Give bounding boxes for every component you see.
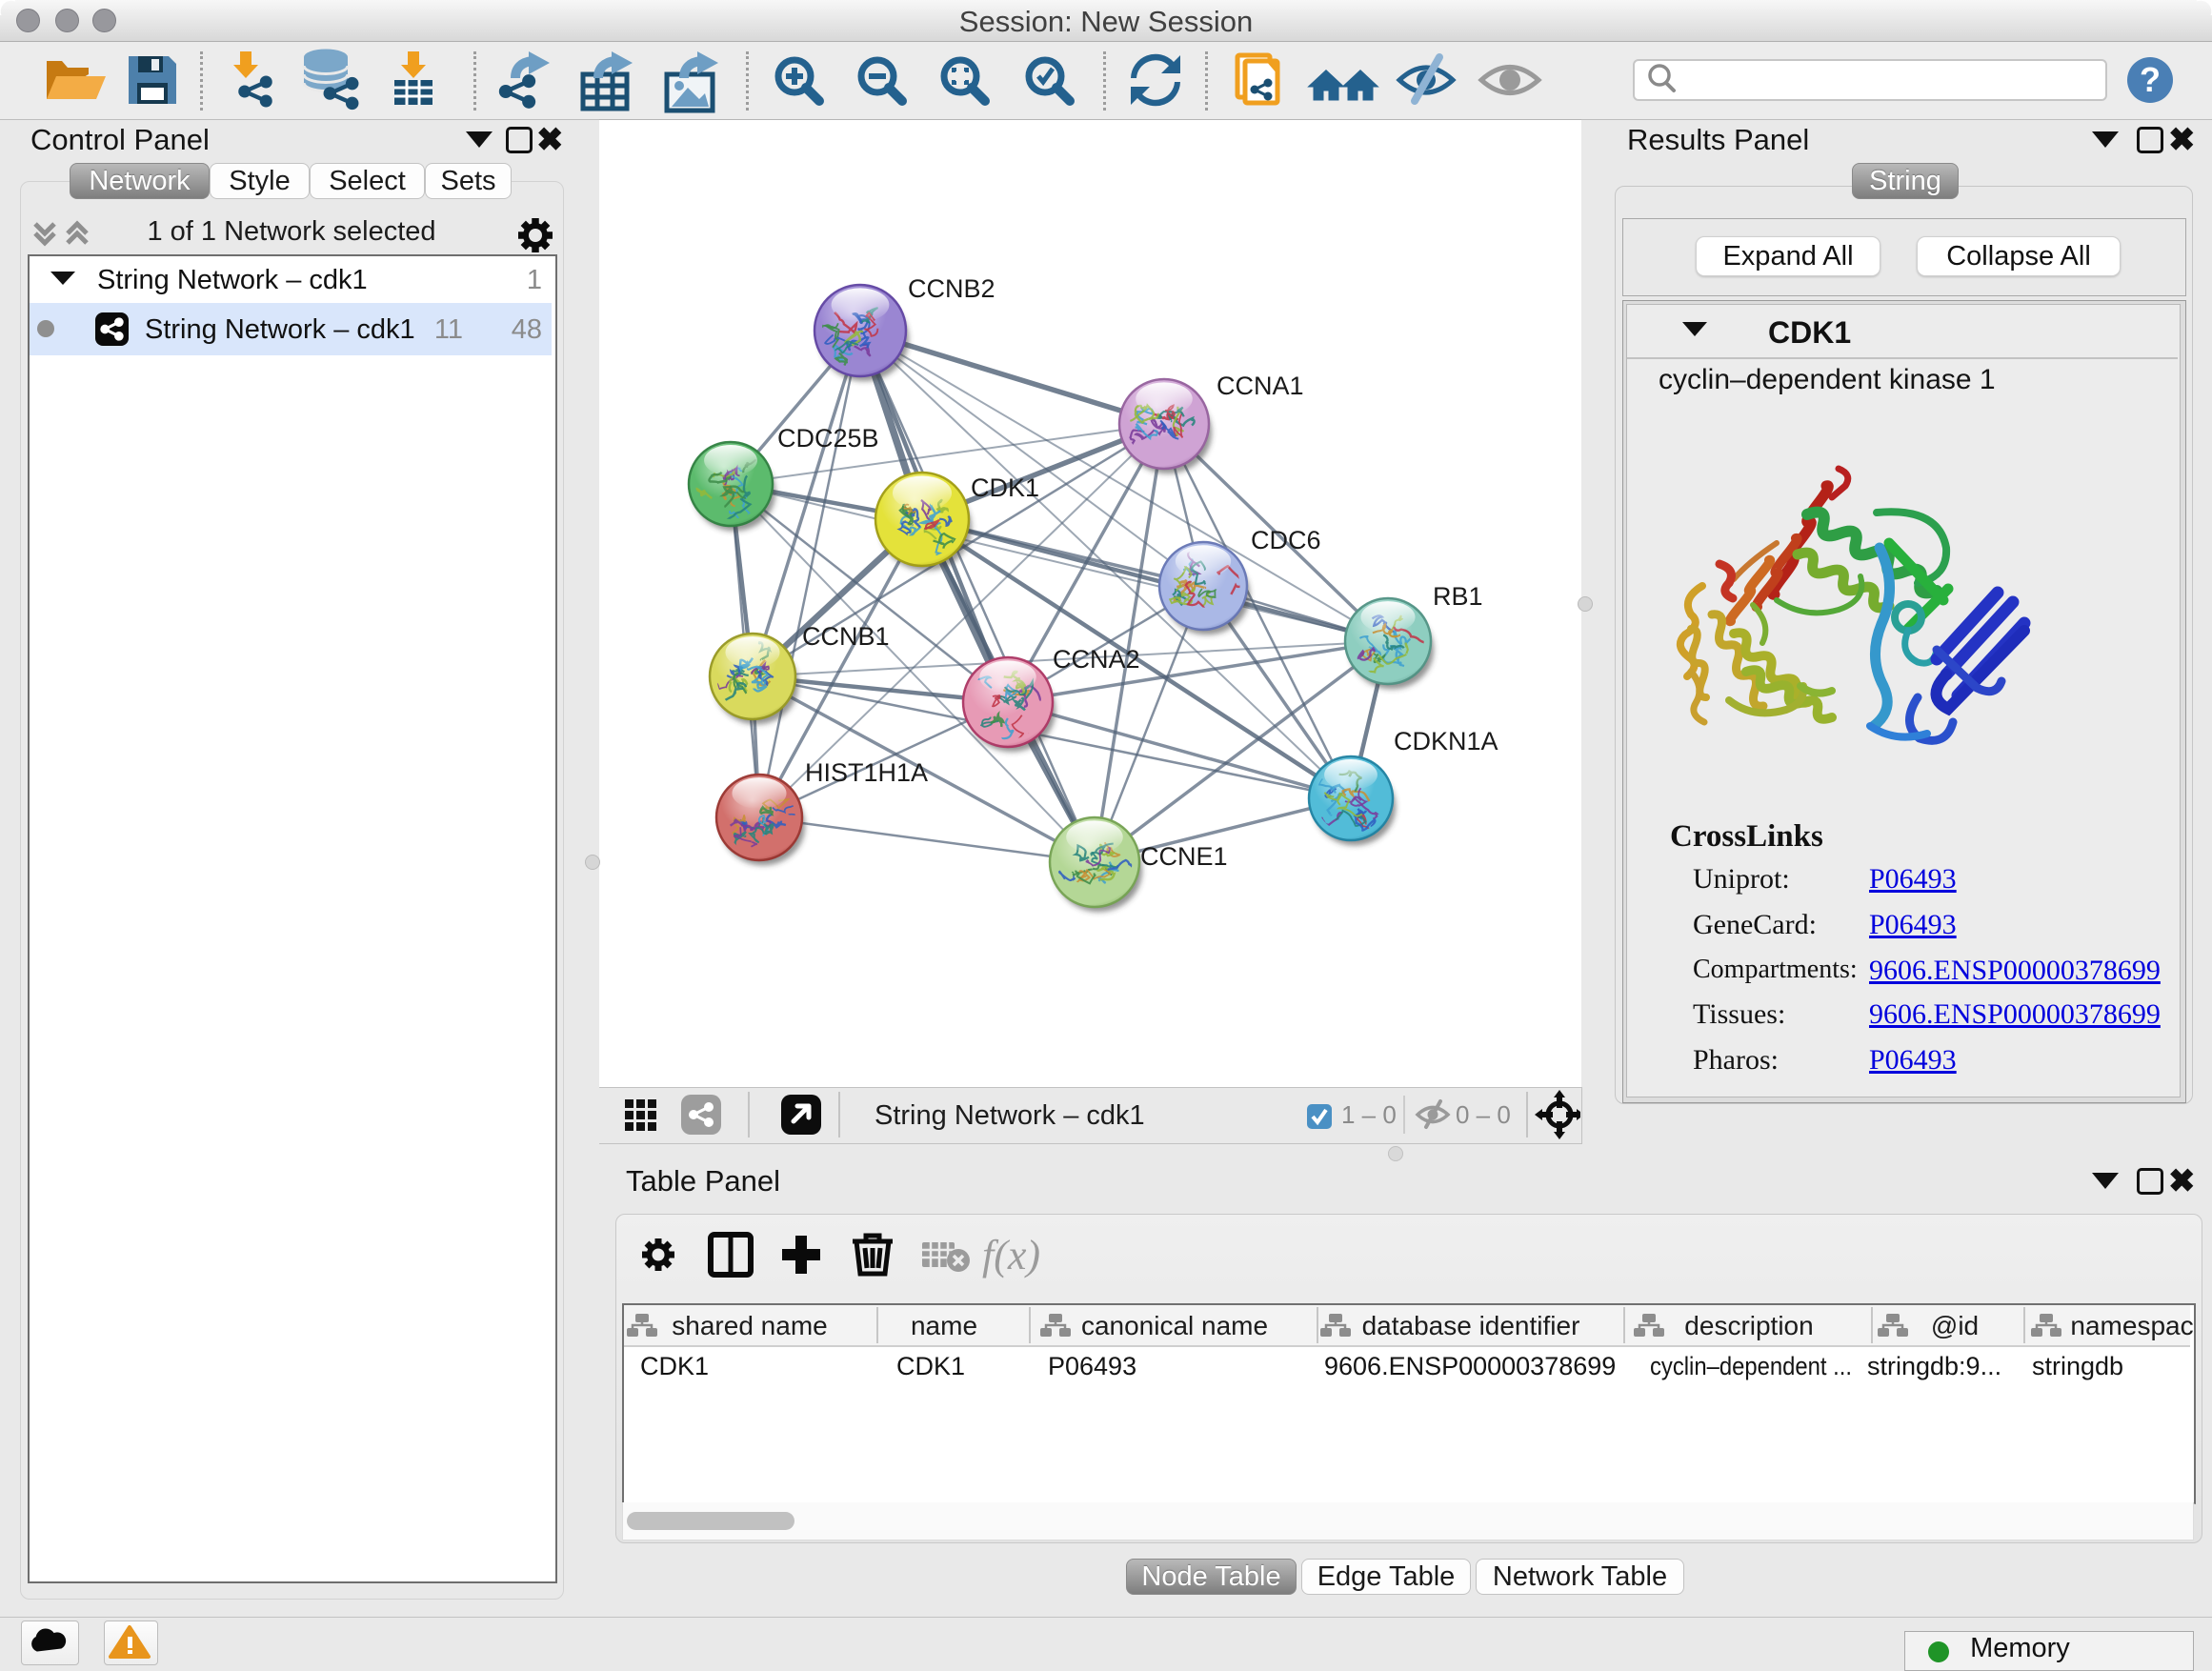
svg-text:CDK1: CDK1: [640, 1352, 709, 1380]
svg-text:@id: @id: [1931, 1311, 1979, 1340]
svg-text:9606.ENSP00000378699: 9606.ENSP00000378699: [1324, 1352, 1616, 1380]
svg-text:cyclin–dependent ...: cyclin–dependent ...: [1650, 1352, 1852, 1380]
svg-text:shared name: shared name: [672, 1311, 827, 1340]
svg-text:database identifier: database identifier: [1362, 1311, 1580, 1340]
svg-text:canonical name: canonical name: [1081, 1311, 1268, 1340]
svg-text:stringdb: stringdb: [2032, 1352, 2123, 1380]
svg-text:stringdb:9...: stringdb:9...: [1867, 1352, 2001, 1380]
svg-text:namespac: namespac: [2070, 1311, 2193, 1340]
svg-text:name: name: [911, 1311, 977, 1340]
svg-text:description: description: [1684, 1311, 1813, 1340]
svg-text:P06493: P06493: [1048, 1352, 1136, 1380]
svg-text:CDK1: CDK1: [896, 1352, 965, 1380]
